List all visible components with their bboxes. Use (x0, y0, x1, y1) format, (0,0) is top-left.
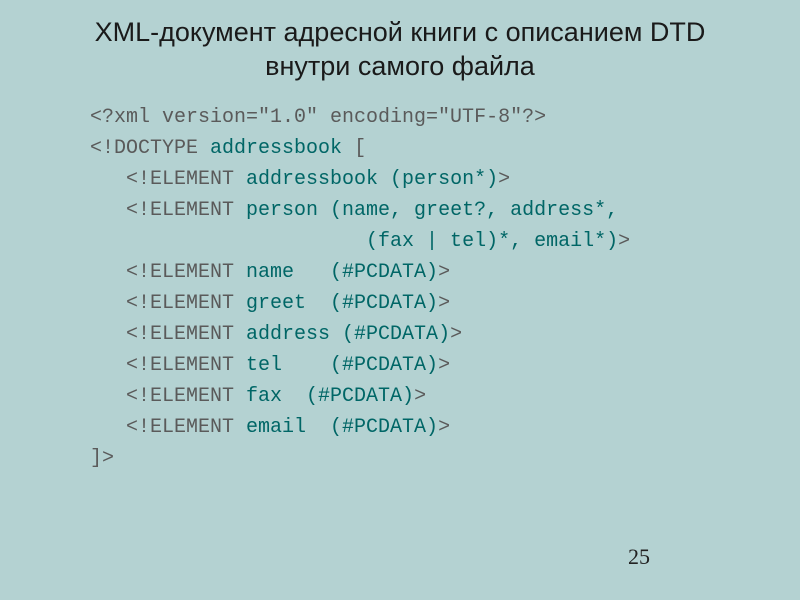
code-keyword: address (#PCDATA) (246, 323, 450, 346)
code-keyword: addressbook (210, 137, 342, 160)
code-text: > (438, 292, 450, 315)
page-number: 25 (628, 544, 650, 570)
code-text: <!ELEMENT (90, 261, 246, 284)
code-text: <!ELEMENT (90, 168, 246, 191)
code-keyword: tel (#PCDATA) (246, 354, 438, 377)
code-text: <!ELEMENT (90, 354, 246, 377)
code-keyword: (fax | tel)*, email*) (366, 230, 618, 253)
code-line: <?xml version="1.0" encoding="UTF-8"?> (90, 106, 546, 129)
code-text: <!ELEMENT (90, 416, 246, 439)
code-text: > (438, 354, 450, 377)
code-text: <!ELEMENT (90, 199, 246, 222)
code-keyword: person (name, greet?, address*, (246, 199, 618, 222)
code-text: > (438, 416, 450, 439)
code-keyword: email (#PCDATA) (246, 416, 438, 439)
code-text (90, 230, 366, 253)
code-text: > (438, 261, 450, 284)
code-text: > (414, 385, 426, 408)
code-text: > (618, 230, 630, 253)
code-text: <!DOCTYPE (90, 137, 210, 160)
code-text: > (450, 323, 462, 346)
code-block: <?xml version="1.0" encoding="UTF-8"?> <… (90, 102, 800, 474)
code-keyword: fax (#PCDATA) (246, 385, 414, 408)
code-text: [ (342, 137, 366, 160)
code-text: <!ELEMENT (90, 385, 246, 408)
code-text: <!ELEMENT (90, 323, 246, 346)
code-text: > (498, 168, 510, 191)
code-keyword: addressbook (person*) (246, 168, 498, 191)
code-keyword: name (#PCDATA) (246, 261, 438, 284)
code-line: ]> (90, 447, 114, 470)
code-keyword: greet (#PCDATA) (246, 292, 438, 315)
slide-title: XML-документ адресной книги с описанием … (0, 0, 800, 84)
code-text: <!ELEMENT (90, 292, 246, 315)
